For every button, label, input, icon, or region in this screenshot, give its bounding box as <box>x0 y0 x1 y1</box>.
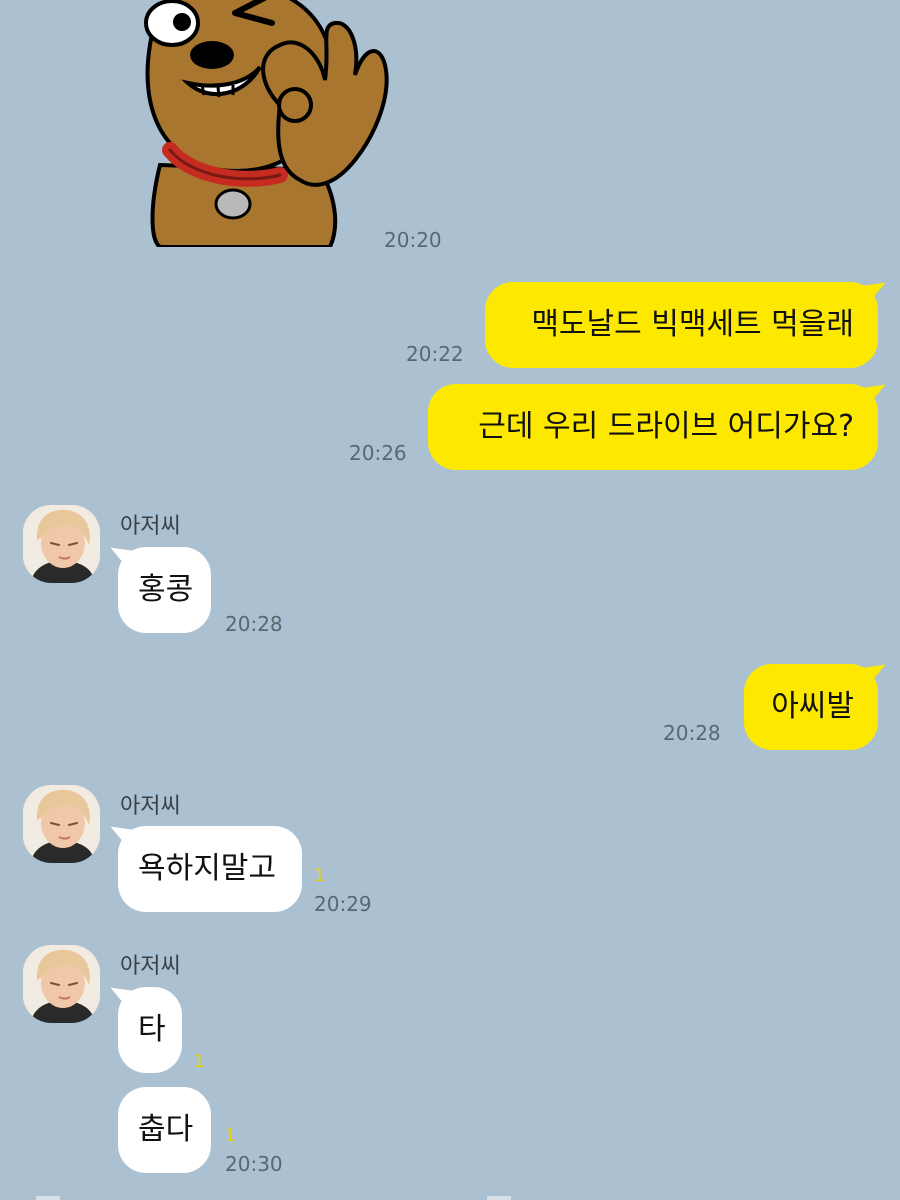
their-message-bubble[interactable]: 욕하지말고 <box>118 826 302 912</box>
sender-name: 아저씨 <box>120 514 181 539</box>
message-time: 20:20 <box>384 228 442 252</box>
dog-ok-sticker[interactable] <box>130 0 400 249</box>
profile-photo <box>23 785 100 863</box>
sender-name: 아저씨 <box>120 794 181 819</box>
unread-count: 1 <box>225 1126 236 1146</box>
bottom-edge <box>0 1196 900 1200</box>
dog-ok-sticker-icon <box>144 0 389 249</box>
chat-room[interactable]: 20:20 20:22 맥도날드 빅맥세트 먹을래 20:26 근데 우리 드라… <box>0 0 900 1200</box>
avatar[interactable] <box>23 945 100 1023</box>
my-message-bubble[interactable]: 아씨발 <box>744 664 878 750</box>
avatar[interactable] <box>23 785 100 863</box>
unread-count: 1 <box>314 866 325 886</box>
profile-photo <box>23 505 100 583</box>
message-time: 20:26 <box>349 441 407 465</box>
profile-photo <box>23 945 100 1023</box>
my-message-bubble[interactable]: 맥도날드 빅맥세트 먹을래 <box>485 282 878 368</box>
their-message-bubble[interactable]: 춥다 <box>118 1087 211 1173</box>
my-message-bubble[interactable]: 근데 우리 드라이브 어디가요? <box>428 384 878 470</box>
message-time: 20:28 <box>663 721 721 745</box>
message-time: 20:30 <box>225 1152 283 1176</box>
message-time: 20:28 <box>225 612 283 636</box>
avatar[interactable] <box>23 505 100 583</box>
unread-count: 1 <box>194 1052 205 1072</box>
their-message-bubble[interactable]: 타 <box>118 987 182 1073</box>
message-time: 20:29 <box>314 892 372 916</box>
sender-name: 아저씨 <box>120 954 181 979</box>
their-message-bubble[interactable]: 홍콩 <box>118 547 211 633</box>
message-time: 20:22 <box>406 342 464 366</box>
